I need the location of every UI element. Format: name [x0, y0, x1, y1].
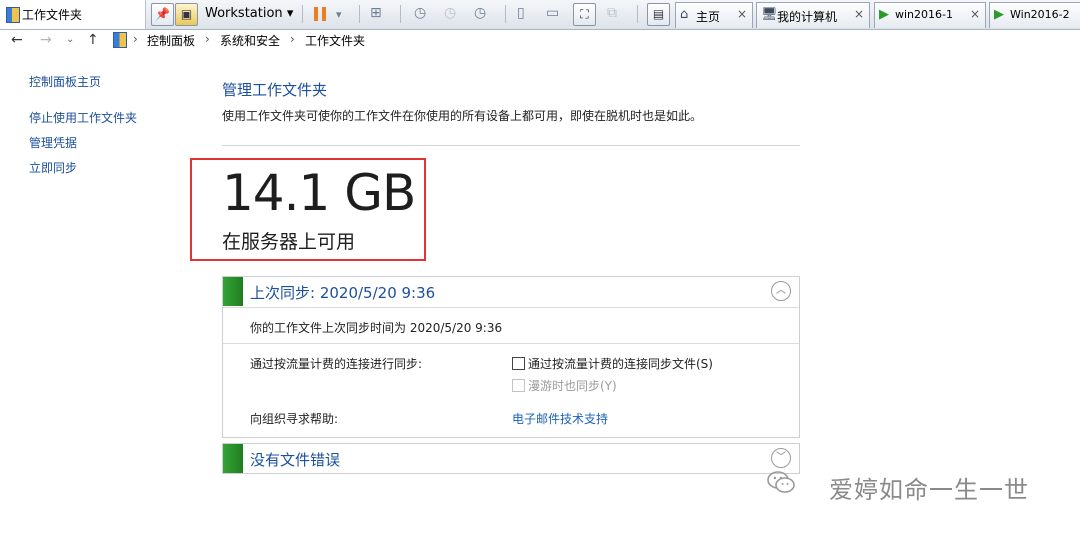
- breadcrumb-separator: ›: [133, 32, 138, 46]
- vm-icon: ▶: [879, 7, 889, 22]
- storage-caption: 在服务器上可用: [222, 231, 356, 253]
- pause-icon[interactable]: [314, 7, 326, 21]
- divider: [222, 145, 800, 146]
- toolbar-divider: [359, 5, 360, 23]
- sidebar-item-manage-credentials[interactable]: 管理凭据: [29, 134, 77, 151]
- close-icon[interactable]: ×: [854, 7, 864, 21]
- toolbar-divider: [505, 5, 506, 23]
- storage-size: 14.1 GB: [222, 164, 416, 222]
- tab-home[interactable]: ⌂ 主页 ×: [675, 2, 753, 28]
- roaming-sync-checkbox: [512, 379, 525, 392]
- page-description: 使用工作文件夹可使你的工作文件在你使用的所有设备上都可用，即使在脱机时也是如此。: [222, 109, 703, 123]
- metered-sync-checkbox[interactable]: [512, 357, 525, 370]
- forward-arrow-icon[interactable]: →: [40, 32, 52, 48]
- vm-icon: ▶: [994, 7, 1004, 22]
- tab-label: 我的计算机: [777, 10, 838, 24]
- sync-panel-title: 上次同步: 2020/5/20 9:36: [250, 284, 436, 302]
- page-title: 管理工作文件夹: [222, 81, 328, 99]
- send-keys-icon[interactable]: ⊞: [370, 5, 382, 21]
- breadcrumb-item[interactable]: 系统和安全: [220, 32, 280, 49]
- divider: [223, 343, 799, 344]
- window-title: 工作文件夹: [22, 8, 83, 22]
- breadcrumb-item[interactable]: 工作文件夹: [305, 32, 365, 49]
- tab-my-computer[interactable]: 🖥 我的计算机 ×: [756, 2, 870, 28]
- sidebar-item-control-panel-home[interactable]: 控制面板主页: [29, 73, 101, 90]
- pin-icon[interactable]: 📌: [151, 3, 174, 26]
- library-icon[interactable]: ▤: [647, 3, 670, 26]
- vmware-toolbar: 工作文件夹 📌 ▣ Workstation ▾ ▾ ⊞ ◷ ◷ ◷ ▯ ▭ ⛶ …: [0, 0, 1080, 30]
- sidebar-item-stop-work-folders[interactable]: 停止使用工作文件夹: [29, 109, 137, 126]
- home-icon: ⌂: [680, 7, 689, 22]
- chevron-down-icon[interactable]: ▾: [336, 8, 342, 21]
- up-arrow-icon[interactable]: ↑: [87, 32, 99, 48]
- status-indicator: [223, 277, 243, 306]
- status-indicator: [223, 444, 243, 473]
- computer-icon: 🖥: [761, 7, 778, 22]
- breadcrumb-item[interactable]: 控制面板: [147, 32, 195, 49]
- close-icon[interactable]: ×: [970, 7, 980, 21]
- thumbnail-bar-icon[interactable]: ▭: [546, 5, 559, 21]
- chevron-up-icon[interactable]: ︿: [771, 281, 791, 301]
- file-errors-panel: 没有文件错误 ﹀: [222, 443, 800, 474]
- last-sync-text: 你的工作文件上次同步时间为 2020/5/20 9:36: [250, 321, 503, 335]
- workstation-menu[interactable]: Workstation ▾: [205, 6, 293, 21]
- sync-status-panel: 上次同步: 2020/5/20 9:36 ︿ 你的工作文件上次同步时间为 202…: [222, 276, 800, 438]
- metered-label: 通过按流量计费的连接进行同步:: [250, 357, 423, 371]
- roaming-option-label: 漫游时也同步(Y): [528, 379, 617, 393]
- toolbar-divider: [302, 5, 303, 23]
- breadcrumb-separator: ›: [205, 32, 210, 46]
- tab-win2016-1[interactable]: ▶ win2016-1 ×: [874, 2, 986, 28]
- metered-option-label[interactable]: 通过按流量计费的连接同步文件(S): [528, 355, 713, 372]
- tab-label: win2016-1: [895, 8, 953, 21]
- tab-win2016-2[interactable]: ▶ Win2016-2: [989, 2, 1080, 28]
- back-arrow-icon[interactable]: ←: [11, 32, 23, 48]
- error-panel-title: 没有文件错误: [250, 451, 341, 469]
- tab-label: 主页: [696, 10, 721, 24]
- help-label: 向组织寻求帮助:: [250, 412, 339, 426]
- snapshot-icon[interactable]: ◷: [414, 5, 426, 21]
- watermark-text: 爱婷如命一生一世: [829, 476, 1029, 504]
- recent-locations-icon[interactable]: ⌄: [66, 34, 74, 45]
- tab-label: Win2016-2: [1010, 8, 1070, 21]
- sidebar-item-sync-now[interactable]: 立即同步: [29, 159, 77, 176]
- unity-icon[interactable]: ⧉: [607, 5, 617, 21]
- toolbar-divider: [400, 5, 401, 23]
- breadcrumb-separator: ›: [290, 32, 295, 46]
- chevron-down-icon[interactable]: ﹀: [771, 448, 791, 468]
- chevron-down-icon: ▾: [286, 6, 294, 21]
- fullscreen-icon[interactable]: ⛶: [573, 3, 596, 26]
- sidebar-toggle-icon[interactable]: ▯: [517, 5, 525, 21]
- divider: [223, 307, 799, 308]
- toolbar-divider: [637, 5, 638, 23]
- revert-snapshot-icon[interactable]: ◷: [444, 5, 456, 21]
- address-bar: ← → ⌄ ↑ › 控制面板 › 系统和安全 › 工作文件夹: [0, 30, 1080, 50]
- close-icon[interactable]: ×: [737, 7, 747, 21]
- email-support-link[interactable]: 电子邮件技术支持: [512, 410, 608, 427]
- window-title-tab[interactable]: 工作文件夹: [0, 0, 146, 29]
- control-panel-icon: [113, 32, 127, 48]
- workstation-label: Workstation: [205, 6, 283, 21]
- work-folders-icon: [6, 7, 20, 23]
- snapshot-manager-icon[interactable]: ◷: [474, 5, 486, 21]
- wechat-icon: [767, 471, 795, 493]
- vm-console-icon[interactable]: ▣: [175, 3, 198, 26]
